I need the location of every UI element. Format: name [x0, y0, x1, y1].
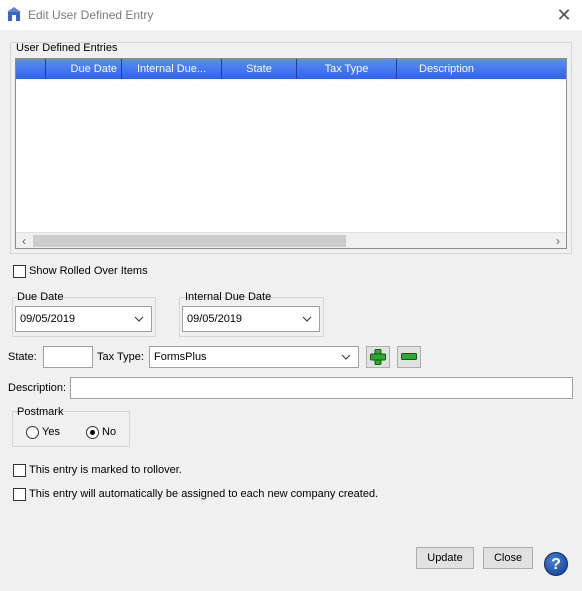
tax-type-combo[interactable]: FormsPlus [149, 346, 359, 368]
scroll-left-icon[interactable]: ‹ [16, 233, 32, 249]
close-window-button[interactable]: ✕ [552, 4, 576, 26]
tax-type-value: FormsPlus [154, 351, 207, 363]
postmark-label: Postmark [17, 406, 64, 418]
help-icon: ? [551, 556, 561, 573]
auto-assign-label: This entry will automatically be assigne… [29, 488, 379, 500]
minus-icon [401, 353, 417, 360]
update-button[interactable]: Update [416, 547, 474, 569]
internal-due-date-combo[interactable]: 09/05/2019 [182, 306, 320, 332]
close-icon: ✕ [556, 5, 572, 25]
remove-tax-type-button[interactable] [397, 346, 421, 368]
due-date-label: Due Date [17, 291, 64, 303]
rollover-checkbox[interactable] [13, 464, 26, 477]
entries-group-title: User Defined Entries [16, 42, 118, 54]
description-label: Description: [8, 382, 67, 394]
state-label: State: [8, 351, 37, 363]
horizontal-scrollbar[interactable]: ‹ › [16, 232, 566, 248]
description-input[interactable] [70, 377, 573, 399]
due-date-value: 09/05/2019 [20, 313, 76, 325]
internal-due-date-label: Internal Due Date [185, 291, 272, 303]
chevron-down-icon [134, 316, 144, 322]
scrollbar-thumb[interactable] [33, 235, 346, 247]
add-tax-type-button[interactable] [366, 346, 390, 368]
tax-type-label: Tax Type: [97, 351, 144, 363]
column-header-internal-due[interactable]: Internal Due... [122, 59, 222, 79]
state-input[interactable] [43, 346, 93, 368]
column-header-description[interactable]: Description [397, 59, 566, 79]
plus-icon [370, 349, 386, 365]
postmark-yes-label: Yes [42, 426, 60, 438]
column-header-select[interactable] [16, 59, 46, 79]
app-icon [7, 7, 21, 21]
column-header-tax-type[interactable]: Tax Type [297, 59, 397, 79]
postmark-no-label: No [102, 426, 117, 438]
due-date-combo[interactable]: 09/05/2019 [15, 306, 152, 332]
auto-assign-checkbox[interactable] [13, 488, 26, 501]
table-header: Due Date Internal Due... State Tax Type … [16, 59, 566, 79]
column-header-due-date[interactable]: Due Date [46, 59, 122, 79]
close-button[interactable]: Close [483, 547, 533, 569]
show-rolled-over-label: Show Rolled Over Items [29, 265, 148, 277]
chevron-down-icon [341, 354, 351, 360]
show-rolled-over-checkbox[interactable] [13, 265, 26, 278]
postmark-no-radio[interactable] [86, 426, 99, 439]
rollover-label: This entry is marked to rollover. [29, 464, 182, 476]
entries-table[interactable]: Due Date Internal Due... State Tax Type … [15, 58, 567, 249]
internal-due-date-value: 09/05/2019 [187, 313, 243, 325]
scroll-right-icon[interactable]: › [550, 233, 566, 249]
title-bar: Edit User Defined Entry ✕ [0, 0, 582, 30]
window-title: Edit User Defined Entry [28, 8, 154, 22]
help-button[interactable]: ? [544, 552, 568, 576]
chevron-down-icon [302, 316, 312, 322]
column-header-state[interactable]: State [222, 59, 297, 79]
postmark-yes-radio[interactable] [26, 426, 39, 439]
